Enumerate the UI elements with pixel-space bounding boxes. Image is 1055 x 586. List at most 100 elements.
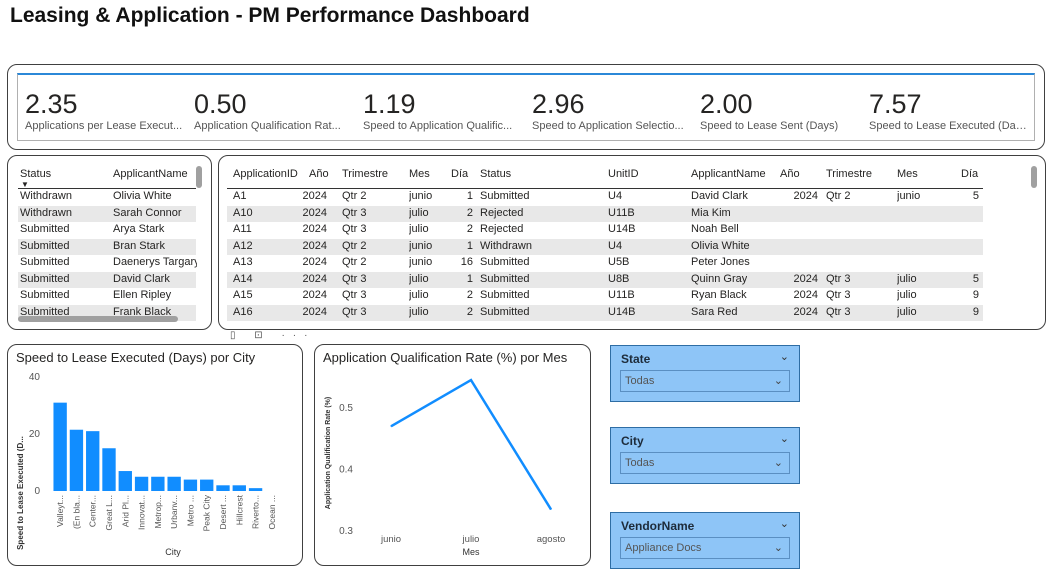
table-cell: A16 <box>233 305 253 318</box>
bar[interactable] <box>53 402 67 491</box>
table-row[interactable]: A10 2024 Qtr 3 julio 2 Rejected U11B Mia Kim <box>227 205 983 222</box>
bar[interactable] <box>69 429 84 491</box>
table-cell: Qtr 2 <box>342 239 367 252</box>
slicer-dropdown[interactable]: Todas ⌄ <box>620 370 790 392</box>
column-header-applicantname[interactable]: ApplicantName <box>113 168 188 180</box>
kpi-label: Application Qualification Rat... <box>194 120 341 132</box>
table-row[interactable]: Submitted Bran Stark <box>18 238 196 255</box>
column-header[interactable]: Status <box>480 168 511 180</box>
kpi-label: Speed to Application Selectio... <box>532 120 684 132</box>
x-tick-label: Peak City <box>202 494 212 531</box>
kpi-applications-per-lease[interactable]: 2.35 Applications per Lease Execut... <box>25 89 185 132</box>
table-cell: Submitted <box>480 305 530 318</box>
bar[interactable] <box>151 476 165 491</box>
kpi-speed-to-selection[interactable]: 2.96 Speed to Application Selectio... <box>532 89 692 132</box>
column-header[interactable]: Año <box>780 168 800 180</box>
table-row[interactable]: A13 2024 Qtr 2 junio 16 Submitted U5B Peter Jon… <box>227 255 983 272</box>
slicer-dropdown[interactable]: Appliance Docs ⌄ <box>620 537 790 559</box>
column-header[interactable]: Mes <box>409 168 430 180</box>
bar[interactable] <box>216 485 230 491</box>
column-header-status[interactable]: Status <box>20 168 51 180</box>
table-row[interactable]: Withdrawn Sarah Connor <box>18 205 196 222</box>
horizontal-scrollbar[interactable] <box>18 316 178 322</box>
kpi-label: Applications per Lease Execut... <box>25 120 183 132</box>
x-tick-label: Ocean ... <box>267 495 277 530</box>
table-row[interactable]: A16 2024 Qtr 3 julio 2 Submitted U14B Sara Red 2… <box>227 304 983 321</box>
chevron-down-icon[interactable]: ⌄ <box>780 350 789 363</box>
chevron-down-icon: ⌄ <box>773 457 783 469</box>
table-row[interactable]: A1 2024 Qtr 2 junio 1 Submitted U4 David Clark 2… <box>227 189 983 206</box>
y-axis-title: Speed to Lease Executed (D... <box>16 436 25 550</box>
table-cell: Submitted <box>20 223 70 235</box>
column-header[interactable]: Día <box>961 168 978 180</box>
table-cell: julio <box>409 206 429 219</box>
bar[interactable] <box>167 476 181 491</box>
table-cell: U5B <box>608 256 630 268</box>
status-applicant-table[interactable]: Status ▼ ApplicantName Withdrawn Olivia W… <box>7 155 212 330</box>
table-body: Status ▼ ApplicantName Withdrawn Olivia W… <box>8 156 213 331</box>
kpi-qualification-rate[interactable]: 0.50 Application Qualification Rat... <box>194 89 354 132</box>
kpi-speed-to-lease-executed[interactable]: 7.57 Speed to Lease Executed (Days) <box>869 89 1029 132</box>
x-tick-label: Valleyt... <box>55 495 65 527</box>
bar[interactable] <box>200 479 214 491</box>
kpi-value: 1.19 <box>363 89 416 119</box>
vertical-scrollbar[interactable] <box>196 166 202 188</box>
kpi-value: 7.57 <box>869 89 922 119</box>
line-chart-plot: Mes Application Qualification Rate (%) 0… <box>325 378 565 557</box>
column-header[interactable]: Día <box>451 168 468 180</box>
column-header[interactable]: Año <box>309 168 329 180</box>
bar[interactable] <box>248 488 263 491</box>
chevron-down-icon[interactable]: ⌄ <box>780 432 789 445</box>
data-point[interactable] <box>550 508 552 510</box>
table-cell: 2024 <box>302 223 327 235</box>
column-header[interactable]: Trimestre <box>342 168 388 180</box>
kpi-speed-to-qualification[interactable]: 1.19 Speed to Application Qualific... <box>363 89 523 132</box>
table-cell: julio <box>409 223 429 235</box>
slicer-city[interactable]: City ⌄ Todas ⌄ <box>610 427 800 484</box>
table-row[interactable]: Submitted Ellen Ripley <box>18 288 196 305</box>
data-point[interactable] <box>390 425 392 427</box>
table-cell: Quinn Gray <box>691 272 748 285</box>
table-row[interactable]: A11 2024 Qtr 3 julio 2 Rejected U14B Noah Bell <box>227 222 983 239</box>
table-cell: Qtr 3 <box>826 272 851 285</box>
column-header[interactable]: Trimestre <box>826 168 872 180</box>
table-row[interactable]: Withdrawn Olivia White <box>18 189 196 206</box>
column-header[interactable]: ApplicationID <box>233 168 298 180</box>
bar-chart-speed-by-city[interactable]: Speed to Lease Executed (Days) por City … <box>7 344 303 566</box>
bar[interactable] <box>134 476 149 491</box>
bar[interactable] <box>86 431 100 491</box>
bar[interactable] <box>102 448 116 491</box>
chevron-down-icon[interactable]: ⌄ <box>780 517 789 530</box>
slicer-dropdown[interactable]: Todas ⌄ <box>620 452 790 474</box>
kpi-speed-to-lease-sent[interactable]: 2.00 Speed to Lease Sent (Days) <box>700 89 860 132</box>
table-cell: junio <box>897 190 921 202</box>
column-header[interactable]: UnitID <box>608 168 639 180</box>
table-cell: U14B <box>608 223 636 235</box>
table-cell: Ryan Black <box>691 289 747 301</box>
table-cell: 5 <box>972 272 979 285</box>
vertical-scrollbar[interactable] <box>1031 166 1037 188</box>
bar[interactable] <box>118 471 132 491</box>
bar[interactable] <box>232 485 246 491</box>
table-cell: Rejected <box>480 206 524 219</box>
series-line[interactable] <box>390 378 553 511</box>
table-cell: Submitted <box>20 272 70 285</box>
table-row[interactable]: Submitted David Clark <box>18 271 196 288</box>
slicer-vendorname[interactable]: VendorName ⌄ Appliance Docs ⌄ <box>610 512 800 569</box>
slicer-state[interactable]: State ⌄ Todas ⌄ <box>610 345 800 402</box>
table-row[interactable]: A14 2024 Qtr 3 julio 1 Submitted U8B Quinn Gray… <box>227 271 983 288</box>
table-cell: Mia Kim <box>691 206 731 219</box>
applications-table[interactable]: ApplicationID Año Trimestre Mes Día Status Uni… <box>218 155 1046 330</box>
table-row[interactable]: A15 2024 Qtr 3 julio 2 Submitted U11B Ryan Blac… <box>227 288 983 305</box>
data-point[interactable] <box>470 379 472 381</box>
table-row[interactable]: Submitted Daenerys Targary <box>18 255 197 272</box>
line-chart-qualification-rate[interactable]: Application Qualification Rate (%) por M… <box>314 344 591 566</box>
column-header[interactable]: ApplicantName <box>691 168 766 180</box>
table-cell: Sarah Connor <box>113 206 182 219</box>
column-header[interactable]: Mes <box>897 168 918 180</box>
table-row[interactable]: Submitted Arya Stark <box>18 222 196 239</box>
visual-header-icons[interactable]: ▯ ⊡ ··· <box>230 330 315 341</box>
bar[interactable] <box>183 479 198 491</box>
x-tick-label: Desert ... <box>218 495 228 529</box>
table-row[interactable]: A12 2024 Qtr 2 junio 1 Withdrawn U4 Olivia Whit… <box>227 238 983 255</box>
